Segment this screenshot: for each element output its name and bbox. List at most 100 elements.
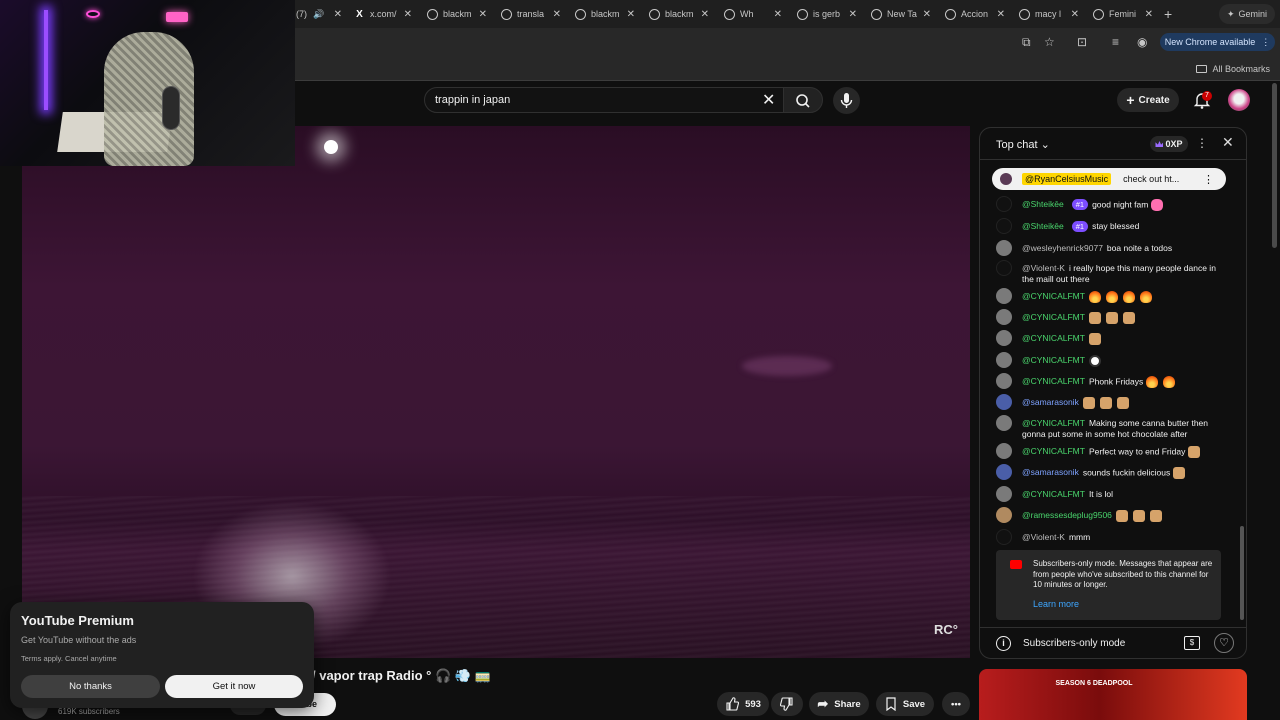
get-it-now-button[interactable]: Get it now [165,675,303,698]
gemini-button[interactable]: ✦ Gemini [1219,4,1275,24]
browser-tab[interactable]: macy l ✕ [1019,4,1079,24]
chat-menu-icon[interactable]: ⋮ [1196,136,1208,150]
chat-message[interactable]: @Violent-K i really hope this many people… [996,260,1226,284]
chat-author[interactable]: @samarasonik [1022,467,1079,477]
search-button[interactable] [783,87,823,113]
browser-tab[interactable]: X x.com/ ✕ [354,4,412,24]
close-icon[interactable]: ✕ [923,9,931,20]
browser-tab[interactable]: blackm ✕ [575,4,635,24]
close-icon[interactable]: ✕ [1071,9,1079,20]
chat-message[interactable]: @Shteikēe #1 good night fam [996,196,1226,212]
browser-tab[interactable]: transla ✕ [501,4,561,24]
more-actions-button[interactable]: ••• [942,692,970,716]
chat-message[interactable]: @CYNICALFMT [996,352,1226,368]
info-icon[interactable]: i [996,636,1011,651]
close-icon[interactable]: ✕ [1145,9,1153,20]
close-icon[interactable]: ✕ [849,9,857,20]
kebab-menu-icon[interactable]: ⋮ [1203,173,1214,186]
super-chat-icon[interactable]: $ [1184,636,1200,650]
chat-author[interactable]: @CYNICALFMT [1022,355,1085,365]
learn-more-link[interactable]: Learn more [1033,599,1079,609]
close-icon[interactable]: ✕ [479,9,487,20]
avatar[interactable] [996,309,1012,325]
voice-search-button[interactable] [833,87,860,114]
account-avatar[interactable] [1228,89,1250,111]
extension-icon[interactable]: ⊡ [1077,35,1087,49]
chat-mode-dropdown[interactable]: Top chat ⌄ [996,138,1050,151]
close-icon[interactable]: ✕ [404,9,412,20]
avatar[interactable] [996,373,1012,389]
avatar[interactable] [996,218,1012,234]
chat-author[interactable]: @Violent-K [1022,263,1065,273]
pinned-message[interactable]: @RyanCelsiusMusic check out ht... ⋮ [992,168,1226,190]
profile-avatar-icon[interactable]: ◉ [1137,35,1147,49]
avatar[interactable] [996,486,1012,502]
new-chrome-available-button[interactable]: New Chrome available ⋮ [1160,33,1275,51]
avatar[interactable] [996,443,1012,459]
chat-author[interactable]: @CYNICALFMT [1022,291,1085,301]
chat-message[interactable]: @CYNICALFMT Making some canna butter then… [996,415,1226,439]
page-scrollbar[interactable] [1272,83,1277,248]
chat-author[interactable]: @Shteikēe [1022,221,1064,231]
browser-tab[interactable]: Femini ✕ [1093,4,1153,24]
channel-watermark[interactable]: RC° [934,622,958,637]
avatar[interactable] [996,394,1012,410]
chat-author[interactable]: @ramessesdeplug9506 [1022,510,1112,520]
browser-tab[interactable]: Accion ✕ [945,4,1005,24]
avatar[interactable] [996,529,1012,545]
dislike-button[interactable] [771,692,803,716]
chat-author[interactable]: @CYNICALFMT [1022,312,1085,322]
create-button[interactable]: + Create [1117,88,1179,112]
chat-author[interactable]: @Shteikēe [1022,199,1064,209]
close-icon[interactable]: ✕ [997,9,1005,20]
avatar[interactable] [996,196,1012,212]
ad-banner[interactable]: SEASON 6 DEADPOOL [979,669,1247,720]
speaker-icon[interactable]: 🔊 [313,9,324,20]
chat-message[interactable]: @Violent-K mmm [996,529,1226,545]
chat-author[interactable]: @CYNICALFMT [1022,376,1085,386]
chat-author[interactable]: @CYNICALFMT [1022,333,1085,343]
chat-message[interactable]: @CYNICALFMT [996,288,1226,304]
xp-badge[interactable]: 0XP [1150,136,1188,152]
browser-tab[interactable]: New Ta ✕ [871,4,931,24]
close-icon[interactable]: ✕ [627,9,635,20]
like-button[interactable]: 593 [717,692,769,716]
close-icon[interactable]: ✕ [774,9,782,20]
avatar[interactable] [996,352,1012,368]
browser-tab[interactable]: Wh ✕ [724,4,782,24]
browser-tab[interactable]: blackm ✕ [427,4,487,24]
browser-tab[interactable]: (7) 🔊 ✕ [296,4,342,24]
close-icon[interactable]: ✕ [701,9,709,20]
chat-author[interactable]: @CYNICALFMT [1022,446,1085,456]
search-input[interactable]: trappin in japan [424,87,786,113]
chat-message[interactable]: @CYNICALFMT [996,330,1226,346]
avatar[interactable] [996,464,1012,480]
chat-author[interactable]: @CYNICALFMT [1022,418,1085,428]
avatar[interactable] [996,240,1012,256]
video-player[interactable]: RC° [22,126,970,658]
new-tab-button[interactable]: + [1164,6,1172,22]
install-app-icon[interactable]: ⧉ [1022,35,1031,50]
chat-message[interactable]: @CYNICALFMT [996,309,1226,325]
chat-message[interactable]: @samarasonik sounds fuckin delicious [996,464,1226,480]
avatar[interactable] [996,330,1012,346]
clear-search-icon[interactable]: ✕ [762,90,775,110]
browser-tab[interactable]: blackm ✕ [649,4,709,24]
avatar[interactable] [996,288,1012,304]
chat-message[interactable]: @CYNICALFMT It is lol [996,486,1226,502]
share-button[interactable]: ➦ Share [809,692,869,716]
chat-message[interactable]: @samarasonik [996,394,1226,410]
avatar[interactable] [996,507,1012,523]
chat-message[interactable]: @wesleyhenrick9077 boa noite a todos [996,240,1226,256]
no-thanks-button[interactable]: No thanks [21,675,160,698]
browser-tab[interactable]: is gerb ✕ [797,4,857,24]
chat-message[interactable]: @Shteikēe #1 stay blessed [996,218,1226,234]
avatar[interactable] [996,260,1012,276]
chat-author[interactable]: @CYNICALFMT [1022,489,1085,499]
close-icon[interactable]: ✕ [1222,134,1234,151]
avatar[interactable] [996,415,1012,431]
close-icon[interactable]: ✕ [553,9,561,20]
save-button[interactable]: Save [876,692,934,716]
chat-message[interactable]: @CYNICALFMT Perfect way to end Friday [996,443,1226,459]
chat-message[interactable]: @ramessesdeplug9506 [996,507,1226,523]
